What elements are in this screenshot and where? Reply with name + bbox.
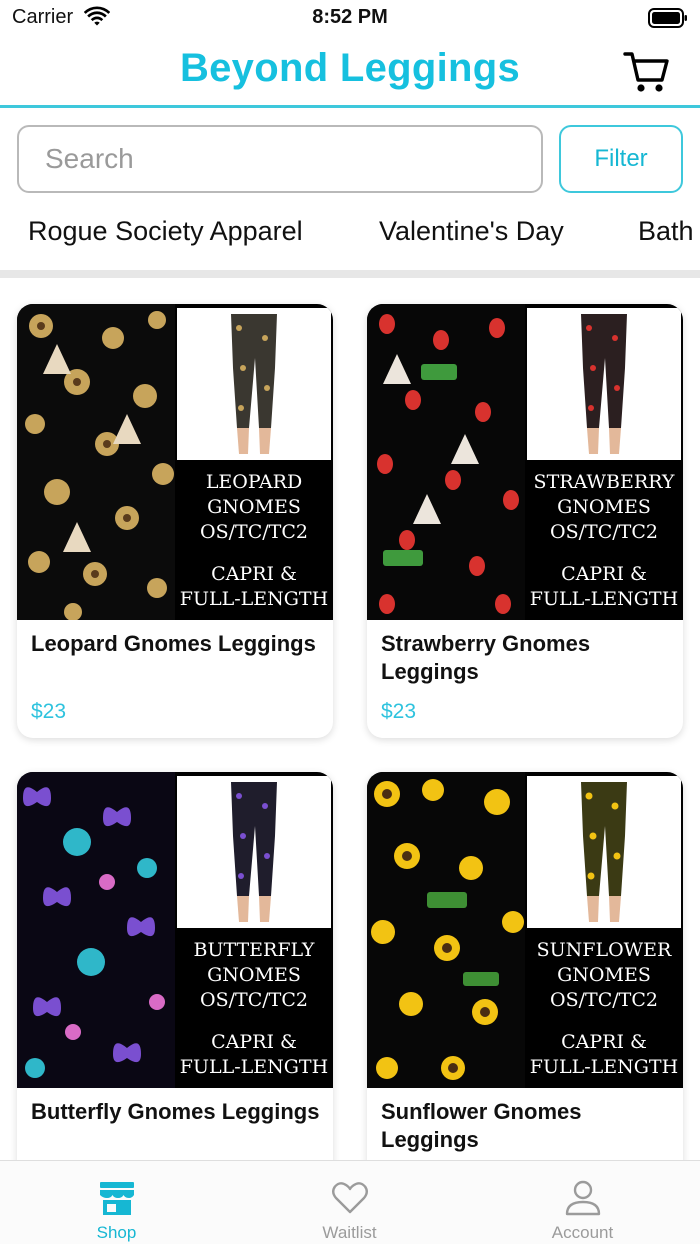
product-card-sunflower-gnomes[interactable]: SUNFLOWER GNOMES OS/TC/TC2 CAPRI & FULL-…	[367, 772, 683, 1192]
pattern-size-text: OS/TC/TC2	[200, 521, 308, 543]
pattern-name-text: GNOMES	[557, 964, 651, 986]
pattern-size-text: OS/TC/TC2	[550, 989, 658, 1011]
legging-photo	[527, 308, 681, 460]
battery-icon	[648, 8, 687, 28]
product-image: BUTTERFLY GNOMES OS/TC/TC2 CAPRI & FULL-…	[17, 772, 333, 1088]
user-icon	[565, 1180, 601, 1216]
pattern-size-text: OS/TC/TC2	[200, 989, 308, 1011]
variant-text: CAPRI &	[211, 563, 297, 585]
pattern-name-text: LEOPARD	[205, 471, 303, 493]
search-input[interactable]	[17, 125, 543, 193]
category-rogue-society-apparel[interactable]: Rogue Society Apparel	[28, 216, 303, 247]
pattern-label: LEOPARD GNOMES OS/TC/TC2 CAPRI & FULL-LE…	[177, 462, 331, 620]
pattern-name-text: SUNFLOWER	[536, 939, 672, 961]
pattern-swatch	[17, 772, 175, 1088]
tab-bar: Shop Waitlist Account	[0, 1160, 700, 1244]
variant-text: FULL-LENGTH	[529, 1056, 679, 1078]
shop-icon	[100, 1182, 134, 1215]
variant-text: CAPRI &	[211, 1031, 297, 1053]
pattern-name-text: GNOMES	[557, 496, 651, 518]
variant-text: CAPRI &	[561, 563, 647, 585]
product-image: STRAWBERRY GNOMES OS/TC/TC2 CAPRI & FULL…	[367, 304, 683, 620]
pattern-name-text: BUTTERFLY	[193, 939, 315, 961]
category-bath[interactable]: Bath	[638, 216, 694, 247]
cart-icon[interactable]	[622, 48, 670, 94]
tab-label: Shop	[96, 1223, 137, 1242]
app-title: Beyond Leggings	[179, 46, 521, 90]
pattern-label: BUTTERFLY GNOMES OS/TC/TC2 CAPRI & FULL-…	[177, 930, 331, 1088]
variant-text: FULL-LENGTH	[529, 588, 679, 610]
product-card-strawberry-gnomes[interactable]: STRAWBERRY GNOMES OS/TC/TC2 CAPRI & FULL…	[367, 304, 683, 738]
product-name: Strawberry Gnomes Leggings	[381, 631, 591, 684]
product-name: Butterfly Gnomes Leggings	[31, 1099, 320, 1124]
pattern-name-text: GNOMES	[207, 496, 301, 518]
pattern-label: SUNFLOWER GNOMES OS/TC/TC2 CAPRI & FULL-…	[527, 930, 681, 1088]
product-name: Leopard Gnomes Leggings	[31, 631, 316, 656]
legging-photo	[177, 308, 331, 460]
product-image: SUNFLOWER GNOMES OS/TC/TC2 CAPRI & FULL-…	[367, 772, 683, 1088]
pattern-label: STRAWBERRY GNOMES OS/TC/TC2 CAPRI & FULL…	[527, 462, 681, 620]
category-valentines-day[interactable]: Valentine's Day	[379, 216, 564, 247]
tab-label: Waitlist	[322, 1223, 377, 1242]
filter-button[interactable]: Filter	[559, 125, 683, 193]
pattern-name-text: GNOMES	[207, 964, 301, 986]
variant-text: FULL-LENGTH	[179, 588, 329, 610]
tab-shop[interactable]: Shop	[0, 1161, 233, 1244]
heart-icon	[332, 1182, 368, 1214]
product-price: $23	[31, 700, 67, 723]
variant-text: CAPRI &	[561, 1031, 647, 1053]
pattern-swatch	[17, 304, 175, 620]
pattern-swatch	[367, 304, 525, 620]
product-image: LEOPARD GNOMES OS/TC/TC2 CAPRI & FULL-LE…	[17, 304, 333, 620]
pattern-name-text: STRAWBERRY	[533, 471, 675, 493]
variant-text: FULL-LENGTH	[179, 1056, 329, 1078]
status-time: 8:52 PM	[312, 6, 388, 28]
tab-waitlist[interactable]: Waitlist	[233, 1161, 466, 1244]
pattern-swatch	[367, 772, 525, 1088]
product-price: $23	[381, 700, 417, 723]
tab-account[interactable]: Account	[466, 1161, 699, 1244]
pattern-size-text: OS/TC/TC2	[550, 521, 658, 543]
app-header: Beyond Leggings	[0, 40, 700, 108]
tab-label: Account	[551, 1223, 614, 1242]
product-name: Sunflower Gnomes Leggings	[381, 1099, 582, 1152]
product-card-butterfly-gnomes[interactable]: BUTTERFLY GNOMES OS/TC/TC2 CAPRI & FULL-…	[17, 772, 333, 1192]
product-card-leopard-gnomes[interactable]: LEOPARD GNOMES OS/TC/TC2 CAPRI & FULL-LE…	[17, 304, 333, 738]
status-bar: Carrier 8:52 PM	[0, 0, 700, 40]
legging-photo	[527, 776, 681, 928]
section-divider	[0, 270, 700, 278]
category-strip: Rogue Society Apparel Valentine's Day Ba…	[0, 200, 700, 268]
legging-photo	[177, 776, 331, 928]
